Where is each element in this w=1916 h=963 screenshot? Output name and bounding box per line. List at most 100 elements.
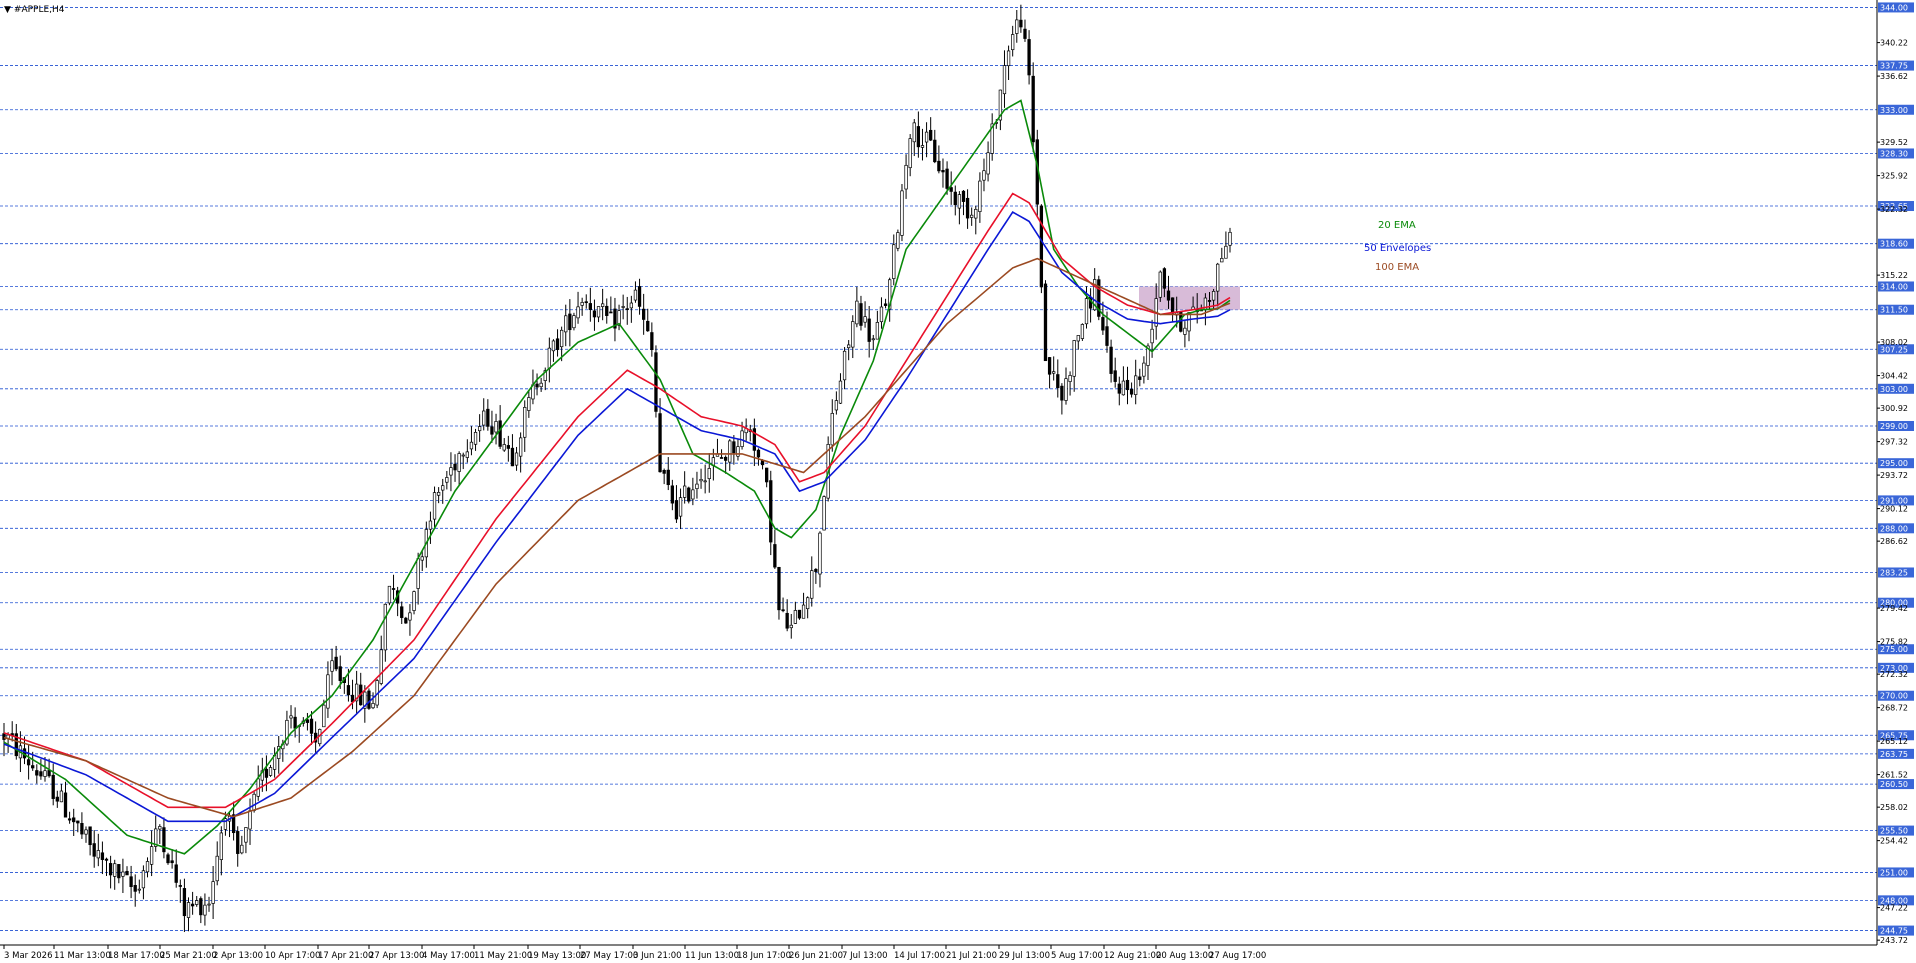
candle-body bbox=[695, 483, 699, 490]
candle-body bbox=[88, 826, 92, 846]
candle-body bbox=[514, 452, 519, 466]
x-tick-label: 11 May 21:00 bbox=[474, 951, 532, 961]
candle-body bbox=[838, 380, 843, 404]
candle-body bbox=[63, 792, 68, 818]
candle-body bbox=[1138, 376, 1142, 380]
candle-body bbox=[383, 603, 387, 651]
y-tick-label: 322.32 bbox=[1880, 205, 1908, 214]
level-label: 314.00 bbox=[1880, 282, 1908, 291]
candle-body bbox=[1162, 268, 1167, 289]
candle-body bbox=[113, 863, 117, 877]
candle-body bbox=[51, 774, 55, 799]
candle-body bbox=[457, 453, 461, 472]
candle-body bbox=[420, 556, 424, 561]
candle-body bbox=[502, 444, 506, 451]
x-tick-label: 5 Aug 17:00 bbox=[1051, 951, 1103, 961]
candle-body bbox=[732, 441, 736, 454]
candle-body bbox=[367, 690, 371, 709]
candle-body bbox=[477, 426, 482, 432]
y-tick-label: 315.22 bbox=[1880, 271, 1908, 280]
x-tick-label: 26 Jun 21:00 bbox=[789, 951, 843, 961]
candle-body bbox=[596, 306, 601, 318]
level-label: 288.00 bbox=[1880, 524, 1908, 533]
candle-body bbox=[1207, 300, 1212, 302]
y-tick-label: 279.42 bbox=[1880, 604, 1908, 613]
candle-body bbox=[883, 303, 888, 306]
y-tick-label: 340.22 bbox=[1880, 39, 1908, 48]
x-tick-label: 7 Jul 13:00 bbox=[842, 951, 888, 961]
candle-body bbox=[781, 609, 785, 612]
candle-body bbox=[1039, 205, 1044, 288]
candle-body bbox=[847, 344, 851, 349]
candle-body bbox=[145, 861, 150, 873]
candle-body bbox=[322, 704, 326, 728]
level-label: 251.00 bbox=[1880, 868, 1908, 877]
price-chart[interactable]: 344.00337.75333.00328.30322.65318.60314.… bbox=[0, 0, 1916, 963]
candle-body bbox=[43, 770, 47, 777]
candle-body bbox=[264, 768, 269, 778]
x-tick-label: 18 Jun 17:00 bbox=[737, 951, 791, 961]
candle-body bbox=[1011, 34, 1015, 51]
candle-body bbox=[555, 338, 560, 350]
candle-body bbox=[461, 454, 465, 457]
candle-body bbox=[506, 445, 510, 449]
candle-body bbox=[785, 612, 789, 629]
y-tick-label: 247.22 bbox=[1880, 904, 1908, 913]
candle-body bbox=[149, 846, 154, 865]
candle-body bbox=[104, 858, 109, 861]
candle-body bbox=[1220, 258, 1224, 263]
candle-body bbox=[1015, 19, 1019, 34]
level-label: 270.00 bbox=[1880, 692, 1908, 701]
candle-body bbox=[121, 871, 125, 877]
candle-body bbox=[777, 566, 781, 611]
candle-body bbox=[707, 468, 711, 480]
candle-body bbox=[170, 860, 174, 864]
y-tick-label: 308.02 bbox=[1880, 338, 1908, 347]
candle-body bbox=[1109, 346, 1113, 374]
x-tick-label: 3 Jun 21:00 bbox=[633, 951, 682, 961]
candle-body bbox=[961, 190, 966, 202]
candle-body bbox=[564, 315, 568, 333]
candle-body bbox=[490, 426, 494, 435]
level-label: 328.30 bbox=[1880, 149, 1908, 158]
candle-body bbox=[974, 208, 978, 219]
y-tick-label: 329.52 bbox=[1880, 138, 1908, 147]
candle-body bbox=[674, 500, 679, 520]
candle-body bbox=[326, 674, 330, 709]
candle-body bbox=[400, 606, 404, 618]
x-tick-label: 14 Jul 17:00 bbox=[894, 951, 945, 961]
candle-body bbox=[125, 870, 129, 876]
x-tick-label: 3 Mar 2026 bbox=[4, 951, 52, 961]
plot-background bbox=[0, 0, 1916, 963]
candle-body bbox=[797, 609, 802, 619]
candle-body bbox=[871, 338, 875, 341]
candle-body bbox=[1142, 362, 1146, 377]
candle-body bbox=[129, 876, 133, 887]
candle-body bbox=[1006, 50, 1011, 67]
candle-body bbox=[449, 467, 453, 476]
candle-body bbox=[117, 864, 121, 879]
candle-body bbox=[346, 685, 351, 696]
candle-body bbox=[1084, 298, 1089, 325]
y-tick-label: 272.32 bbox=[1880, 670, 1908, 679]
candle-body bbox=[26, 759, 31, 766]
y-tick-label: 300.92 bbox=[1880, 404, 1908, 413]
y-tick-label: 254.42 bbox=[1880, 837, 1908, 846]
candle-body bbox=[453, 463, 457, 471]
candle-body bbox=[801, 604, 806, 619]
level-label: 344.00 bbox=[1880, 3, 1908, 12]
candle-body bbox=[268, 767, 273, 776]
candle-body bbox=[756, 449, 761, 458]
candle-body bbox=[1072, 340, 1076, 377]
candle-body bbox=[724, 456, 728, 461]
candle-body bbox=[957, 194, 962, 209]
candle-body bbox=[609, 311, 613, 314]
candle-body bbox=[769, 480, 773, 543]
candle-body bbox=[945, 168, 949, 189]
y-tick-label: 275.82 bbox=[1880, 638, 1908, 647]
candle-body bbox=[1068, 375, 1072, 382]
candle-body bbox=[600, 303, 605, 307]
candle-body bbox=[309, 718, 314, 734]
candle-body bbox=[1134, 375, 1138, 395]
candle-body bbox=[1064, 378, 1068, 401]
